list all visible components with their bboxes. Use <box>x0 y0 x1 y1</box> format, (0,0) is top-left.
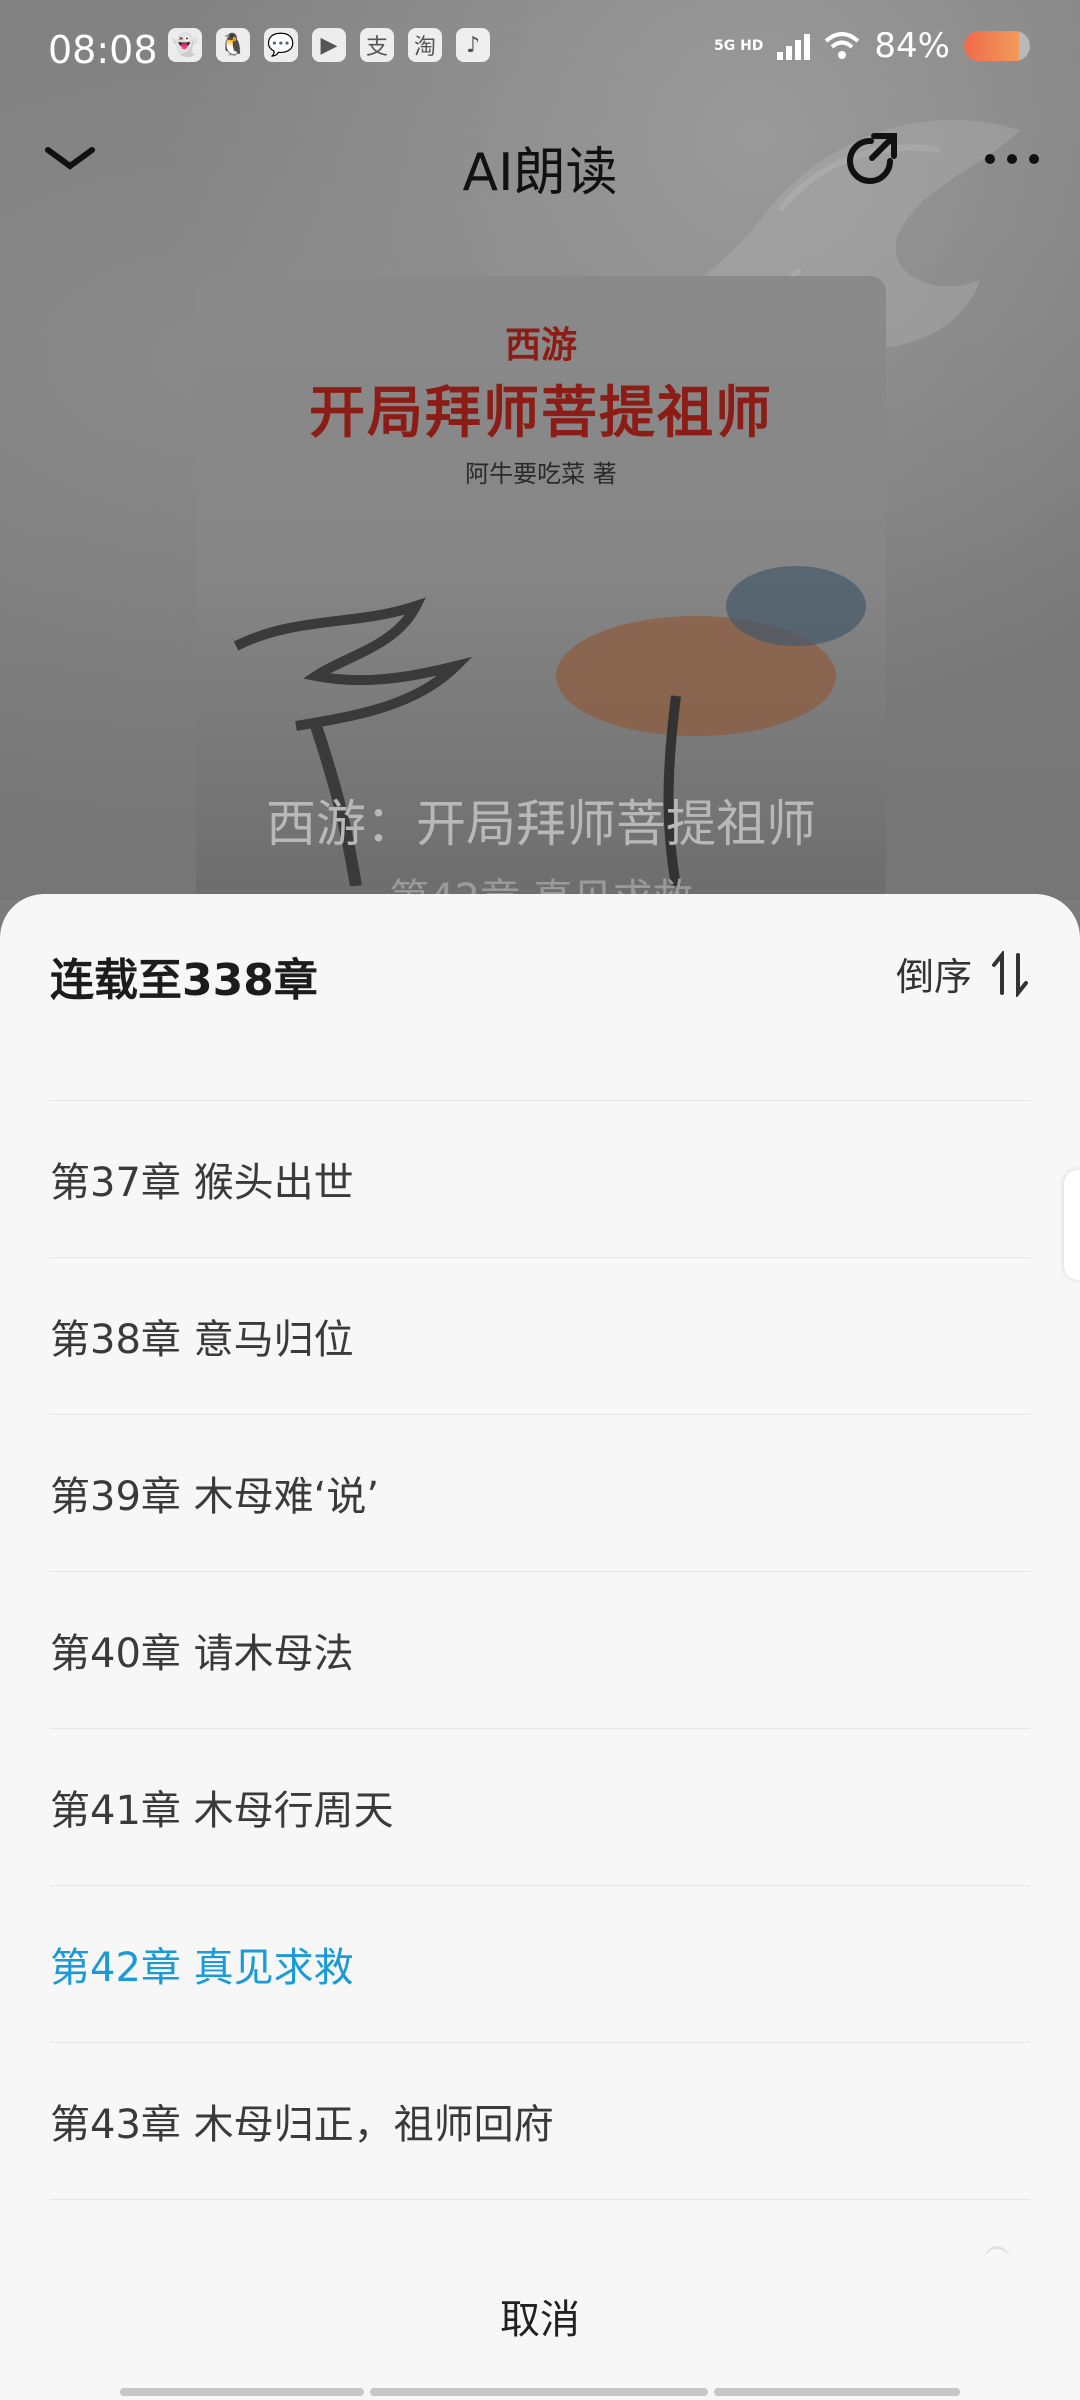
chapter-item-43[interactable]: 第43章 木母归正，祖师回府 <box>50 2042 1030 2200</box>
chapter-item-39[interactable]: 第39章 木母难‘说’ <box>50 1414 1030 1571</box>
cover-author: 阿牛要吃菜 著 <box>465 460 617 488</box>
chapter-item-40[interactable]: 第40章 请木母法 <box>50 1571 1030 1728</box>
qq-icon: 🐧 <box>216 28 250 62</box>
chapter-label: 第43章 木母归正，祖师回府 <box>50 2102 554 2148</box>
tiktok-icon: ♪ <box>456 28 490 62</box>
chapter-label: 第42章 真见求救 <box>50 1945 354 1991</box>
battery-icon <box>964 31 1030 61</box>
side-panel-handle[interactable] <box>1064 1170 1080 1280</box>
wechat-icon: 💬 <box>264 28 298 62</box>
cancel-button[interactable]: 取消 <box>0 2270 1080 2370</box>
cover-overlay-title: 西游：开局拜师菩提祖师 <box>266 795 816 853</box>
sort-toggle[interactable]: 倒序 <box>896 946 1030 1001</box>
chapter-item-42-current[interactable]: 第42章 真见求救 <box>50 1885 1030 2042</box>
book-cover: 西游 开局拜师菩提祖师 阿牛要吃菜 著 西游：开局拜师菩提祖师 第42章 真见求… <box>196 276 886 916</box>
ghost-icon: 👻 <box>168 28 202 62</box>
network-type: 5G HD <box>713 38 764 54</box>
wifi-icon <box>825 32 860 59</box>
chapter-list: 第37章 猴头出世 第38章 意马归位 第39章 木母难‘说’ 第40章 请木母… <box>50 1100 1030 2200</box>
chapter-label: 第39章 木母难‘说’ <box>50 1474 380 1520</box>
pay-icon: 支 <box>360 28 394 62</box>
chapter-sheet: 连载至338章 倒序 第37章 猴头出世 第38章 意马归位 第39章 木母难‘… <box>0 894 1080 2400</box>
signal-icon <box>777 32 811 60</box>
top-nav: AI朗读 <box>0 110 1080 210</box>
chapter-item-38[interactable]: 第38章 意马归位 <box>50 1257 1030 1414</box>
page-title: AI朗读 <box>462 143 618 203</box>
taobao-icon: 淘 <box>408 28 442 62</box>
status-time: 08:08 <box>48 28 158 72</box>
cover-small-title: 西游 <box>504 325 577 366</box>
share-icon[interactable] <box>838 128 904 194</box>
gesture-bar <box>120 2388 960 2396</box>
status-right: 5G HD 84% <box>714 26 1030 66</box>
chapter-label: 第37章 猴头出世 <box>50 1160 354 1206</box>
chapter-item-37[interactable]: 第37章 猴头出世 <box>50 1100 1030 1257</box>
sort-order-icon <box>992 950 1028 997</box>
notification-icons: 👻 🐧 💬 ▶ 支 淘 ♪ <box>168 28 490 62</box>
serial-status: 连载至338章 <box>50 955 318 1006</box>
alipay-icon: ▶ <box>312 28 346 62</box>
player-background: 08:08 👻 🐧 💬 ▶ 支 淘 ♪ 5G HD 84% AI朗读 西游 开局… <box>0 0 1080 916</box>
chapter-label: 第38章 意马归位 <box>50 1317 354 1363</box>
sort-label: 倒序 <box>895 955 972 999</box>
sheet-header: 连载至338章 倒序 <box>0 894 1080 1074</box>
more-icon[interactable] <box>980 144 1044 174</box>
status-bar: 08:08 👻 🐧 💬 ▶ 支 淘 ♪ 5G HD 84% <box>0 0 1080 100</box>
battery-percent: 84% <box>874 26 950 66</box>
chapter-label: 第41章 木母行周天 <box>50 1788 394 1834</box>
cover-main-title: 开局拜师菩提祖师 <box>309 381 773 446</box>
chapter-label: 第40章 请木母法 <box>50 1631 354 1677</box>
chapter-item-41[interactable]: 第41章 木母行周天 <box>50 1728 1030 1885</box>
